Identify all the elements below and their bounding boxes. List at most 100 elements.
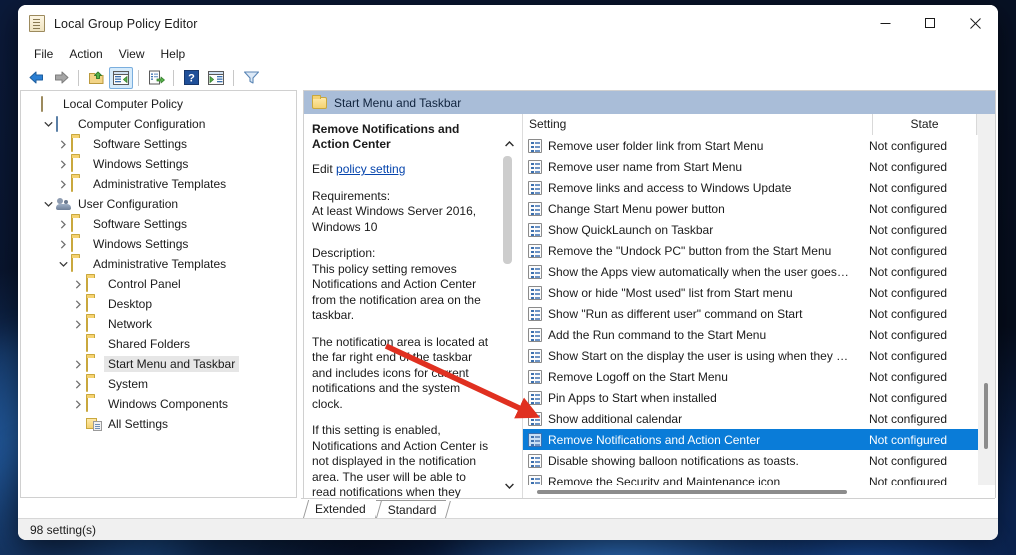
tree-node-administrative-templates[interactable]: Administrative Templates: [21, 254, 296, 274]
chevron-right-icon[interactable]: [55, 236, 71, 252]
setting-name: Show "Run as different user" command on …: [548, 306, 803, 321]
policy-setting-icon: [528, 201, 542, 216]
tree-node-network[interactable]: Network: [21, 314, 296, 334]
requirements-block: Requirements: At least Windows Server 201…: [312, 189, 493, 236]
chevron-right-icon[interactable]: [70, 396, 86, 412]
policy-description-content: Remove Notifications and Action Center E…: [304, 114, 501, 498]
tree-node-desktop[interactable]: Desktop: [21, 294, 296, 314]
chevron-right-icon[interactable]: [55, 156, 71, 172]
tree-node-system[interactable]: System: [21, 374, 296, 394]
filter-funnel-icon[interactable]: [239, 67, 263, 89]
description-scroll-thumb[interactable]: [503, 156, 512, 264]
column-header-state[interactable]: State: [873, 113, 977, 135]
tree-node-local-computer-policy[interactable]: Local Computer Policy: [21, 94, 296, 114]
setting-state: Not configured: [868, 432, 948, 447]
table-row[interactable]: Pin Apps to Start when installed Not conf…: [523, 387, 978, 408]
description-scroll-track[interactable]: [501, 152, 517, 478]
policy-setting-icon: [528, 453, 542, 468]
chevron-down-icon[interactable]: [40, 196, 56, 212]
table-row[interactable]: Remove user name from Start Menu Not conf…: [523, 156, 978, 177]
table-row[interactable]: Remove user folder link from Start Menu N…: [523, 135, 978, 156]
chevron-right-icon[interactable]: [70, 376, 86, 392]
table-row[interactable]: Show or hide "Most used" list from Start…: [523, 282, 978, 303]
tab-extended[interactable]: Extended: [303, 500, 376, 518]
tree-node-software-settings[interactable]: Software Settings: [21, 134, 296, 154]
setting-state: Not configured: [868, 453, 948, 468]
table-row[interactable]: Disable showing balloon notifications as…: [523, 450, 978, 471]
folder-icon: [71, 236, 88, 252]
table-row[interactable]: Remove Notifications and Action Center No…: [523, 429, 978, 450]
window-title: Local Group Policy Editor: [54, 16, 198, 31]
tab-standard[interactable]: Standard: [375, 500, 447, 518]
menu-view[interactable]: View: [111, 45, 153, 63]
results-pane-title: Start Menu and Taskbar: [334, 95, 462, 110]
policy-setting-icon: [528, 390, 542, 405]
chevron-right-icon[interactable]: [55, 216, 71, 232]
setting-name: Show additional calendar: [548, 411, 683, 426]
chevron-down-icon[interactable]: [55, 256, 71, 272]
table-row[interactable]: Remove links and access to Windows Updat…: [523, 177, 978, 198]
tree-node-windows-components[interactable]: Windows Components: [21, 394, 296, 414]
tree-node-windows-settings[interactable]: Windows Settings: [21, 154, 296, 174]
edit-policy-setting-link[interactable]: policy setting: [336, 162, 405, 176]
tree-node-windows-settings[interactable]: Windows Settings: [21, 234, 296, 254]
policy-setting-icon: [528, 327, 542, 342]
table-row[interactable]: Show "Run as different user" command on …: [523, 303, 978, 324]
minimize-button[interactable]: [863, 5, 908, 42]
tree-node-start-menu-and-taskbar[interactable]: Start Menu and Taskbar: [21, 354, 296, 374]
settings-list-horizontal-scrollbar[interactable]: [523, 485, 995, 498]
table-row[interactable]: Change Start Menu power button Not config…: [523, 198, 978, 219]
console-tree-pane[interactable]: Local Computer Policy Computer Configurat…: [20, 90, 297, 498]
chevron-right-icon[interactable]: [55, 136, 71, 152]
tree-node-software-settings[interactable]: Software Settings: [21, 214, 296, 234]
description-scrollbar[interactable]: [501, 114, 517, 498]
title-bar[interactable]: Local Group Policy Editor: [18, 5, 998, 42]
chevron-right-icon[interactable]: [70, 316, 86, 332]
table-row[interactable]: Add the Run command to the Start Menu Not…: [523, 324, 978, 345]
table-row[interactable]: Show additional calendar Not configured: [523, 408, 978, 429]
export-list-icon[interactable]: [144, 67, 168, 89]
settings-list-rows[interactable]: Remove user folder link from Start Menu N…: [523, 135, 978, 485]
help-question-icon[interactable]: ?: [179, 67, 203, 89]
tree-node-all-settings[interactable]: All Settings: [21, 414, 296, 434]
back-arrow-icon[interactable]: [24, 67, 48, 89]
menu-action[interactable]: Action: [61, 45, 110, 63]
chevron-down-icon[interactable]: [40, 116, 56, 132]
close-button[interactable]: [953, 5, 998, 42]
menu-help[interactable]: Help: [153, 45, 194, 63]
policy-title: Remove Notifications and Action Center: [312, 122, 460, 151]
console-tree-icon[interactable]: [109, 66, 133, 89]
chevron-right-icon[interactable]: [55, 176, 71, 192]
tree-node-label: Administrative Templates: [93, 257, 227, 271]
table-row[interactable]: Remove Logoff on the Start Menu Not confi…: [523, 366, 978, 387]
table-row[interactable]: Show the Apps view automatically when th…: [523, 261, 978, 282]
chevron-right-icon[interactable]: [70, 356, 86, 372]
scroll-up-arrow-icon[interactable]: [501, 136, 517, 152]
tree-node-administrative-templates[interactable]: Administrative Templates: [21, 174, 296, 194]
tree-node-shared-folders[interactable]: Shared Folders: [21, 334, 296, 354]
setting-name: Show or hide "Most used" list from Start…: [548, 285, 793, 300]
settings-list-vertical-scrollbar[interactable]: [978, 135, 995, 485]
chevron-right-icon[interactable]: [70, 276, 86, 292]
policy-setting-icon: [528, 411, 542, 426]
maximize-button[interactable]: [908, 5, 953, 42]
table-row[interactable]: Show Start on the display the user is us…: [523, 345, 978, 366]
folder-up-icon[interactable]: [84, 67, 108, 89]
scroll-down-arrow-icon[interactable]: [501, 478, 517, 494]
tree-node-control-panel[interactable]: Control Panel: [21, 274, 296, 294]
table-row[interactable]: Remove the "Undock PC" button from the S…: [523, 240, 978, 261]
tree-node-user-configuration[interactable]: User Configuration: [21, 194, 296, 214]
setting-name: Show the Apps view automatically when th…: [548, 264, 856, 279]
action-pane-icon[interactable]: [204, 67, 228, 89]
tree-node-computer-configuration[interactable]: Computer Configuration: [21, 114, 296, 134]
table-row[interactable]: Show QuickLaunch on Taskbar Not configure…: [523, 219, 978, 240]
column-header-setting[interactable]: Setting: [523, 113, 873, 135]
menu-file[interactable]: File: [26, 45, 61, 63]
settings-list-vertical-thumb[interactable]: [984, 383, 988, 449]
table-row[interactable]: Remove the Security and Maintenance icon…: [523, 471, 978, 485]
settings-list-horizontal-thumb[interactable]: [537, 490, 847, 494]
chevron-right-icon[interactable]: [70, 296, 86, 312]
forward-arrow-icon[interactable]: [49, 67, 73, 89]
setting-state: Not configured: [868, 222, 948, 237]
